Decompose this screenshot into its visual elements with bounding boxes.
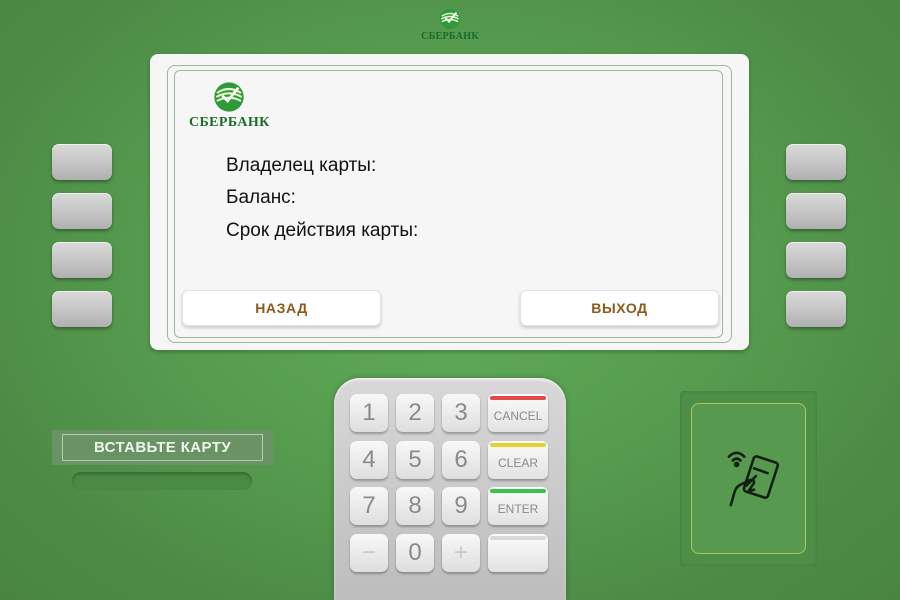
blank-key-stripe: [490, 536, 546, 540]
key-5[interactable]: 5: [396, 441, 434, 479]
key-4[interactable]: 4: [350, 441, 388, 479]
key-2[interactable]: 2: [396, 394, 434, 432]
key-9[interactable]: 9: [442, 487, 480, 525]
exit-button[interactable]: ВЫХОД: [520, 290, 719, 326]
key-3[interactable]: 3: [442, 394, 480, 432]
clear-key[interactable]: CLEAR: [488, 441, 548, 479]
screen-brand-name: СБЕРБАНК: [189, 115, 270, 130]
left-side-button-1[interactable]: [52, 144, 112, 180]
clear-key-label: CLEAR: [497, 456, 538, 470]
balance-label: Баланс:: [226, 187, 296, 208]
clear-key-stripe: [490, 443, 546, 447]
right-side-button-2[interactable]: [786, 193, 846, 229]
blank-key[interactable]: [488, 534, 548, 572]
left-side-button-2[interactable]: [52, 193, 112, 229]
key-minus[interactable]: −: [350, 534, 388, 572]
sberbank-logo-icon: [214, 82, 244, 112]
screen-inner-panel: СБЕРБАНК Владелец карты: Баланс: Срок де…: [174, 70, 723, 338]
enter-key-label: ENTER: [497, 502, 539, 516]
sberbank-logo-icon: [439, 8, 461, 30]
card-expiry-label: Срок действия карты:: [226, 220, 419, 241]
screen-sberbank-logo: СБЕРБАНК: [189, 81, 269, 131]
top-sberbank-logo: СБЕРБАНК: [420, 8, 480, 44]
cancel-key-label: CANCEL: [493, 409, 543, 423]
brand-name: СБЕРБАНК: [421, 31, 479, 42]
cancel-key[interactable]: CANCEL: [488, 394, 548, 432]
key-1[interactable]: 1: [350, 394, 388, 432]
back-button[interactable]: НАЗАД: [182, 290, 381, 326]
right-side-button-1[interactable]: [786, 144, 846, 180]
pin-keypad: 1 2 3 4 5 6 7 8 9 − 0 + CANCEL CLEAR ENT…: [334, 378, 566, 600]
card-owner-label: Владелец карты:: [226, 155, 377, 176]
contactless-pad[interactable]: [691, 403, 806, 554]
key-7[interactable]: 7: [350, 487, 388, 525]
enter-key-stripe: [490, 489, 546, 493]
cancel-key-stripe: [490, 396, 546, 400]
key-0[interactable]: 0: [396, 534, 434, 572]
insert-card-label: ВСТАВЬТЕ КАРТУ: [52, 430, 273, 465]
card-slot[interactable]: [72, 472, 252, 490]
contactless-reader: [680, 391, 817, 566]
left-side-button-3[interactable]: [52, 242, 112, 278]
atm-screen: СБЕРБАНК Владелец карты: Баланс: Срок де…: [150, 54, 749, 350]
right-side-button-4[interactable]: [786, 291, 846, 327]
insert-card-text: ВСТАВЬТЕ КАРТУ: [62, 434, 263, 461]
contactless-card-icon: [727, 451, 780, 507]
key-6[interactable]: 6: [442, 441, 480, 479]
key-8[interactable]: 8: [396, 487, 434, 525]
left-side-button-4[interactable]: [52, 291, 112, 327]
key-plus[interactable]: +: [442, 534, 480, 572]
enter-key[interactable]: ENTER: [488, 487, 548, 525]
right-side-button-3[interactable]: [786, 242, 846, 278]
